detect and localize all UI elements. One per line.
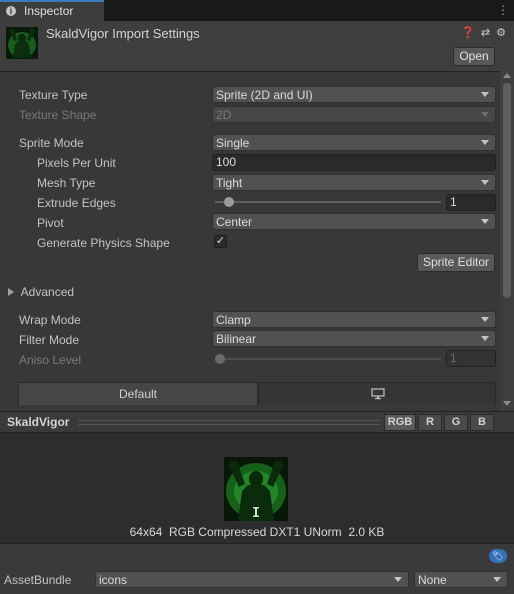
info-icon: i	[6, 6, 16, 16]
advanced-label: Advanced	[20, 285, 75, 299]
texture-shape-dropdown: 2D	[212, 106, 496, 123]
tab-default-platform[interactable]: Default	[18, 382, 258, 405]
pixels-per-unit-field[interactable]: 100	[212, 154, 496, 171]
open-button[interactable]: Open	[453, 47, 495, 66]
pivot-label: Pivot	[37, 216, 64, 230]
chevron-down-icon	[493, 577, 501, 582]
window-menu-icon[interactable]: ⋮	[497, 3, 509, 17]
scrollbar-thumb[interactable]	[503, 83, 511, 298]
texture-type-dropdown[interactable]: Sprite (2D and UI)	[212, 86, 496, 103]
chevron-down-icon	[394, 577, 402, 582]
generate-physics-checkbox[interactable]: ✓	[214, 235, 227, 248]
assetbundle-name-dropdown[interactable]: icons	[95, 571, 409, 588]
pixels-per-unit-label: Pixels Per Unit	[37, 156, 116, 170]
texture-type-value: Sprite (2D and UI)	[216, 88, 313, 102]
texture-shape-value: 2D	[216, 108, 232, 122]
tab-standalone-platform[interactable]	[258, 382, 496, 405]
tab-label: Inspector	[24, 4, 74, 18]
assetbundle-variant-value: None	[418, 573, 447, 587]
filter-mode-dropdown[interactable]: Bilinear	[212, 330, 496, 347]
assetbundle-name-value: icons	[99, 573, 128, 587]
preview-title: SkaldVigor	[7, 415, 70, 429]
extrude-edges-field[interactable]: 1	[446, 194, 496, 211]
chevron-down-icon	[481, 336, 489, 341]
sprite-mode-dropdown[interactable]: Single	[212, 134, 496, 151]
asset-thumbnail	[6, 27, 38, 59]
monitor-icon	[371, 388, 385, 400]
aniso-level-field: 1	[446, 350, 496, 367]
scroll-down-icon[interactable]	[503, 401, 511, 406]
mesh-type-value: Tight	[216, 176, 243, 190]
tab-bar: i Inspector ⋮	[0, 0, 514, 21]
chevron-down-icon	[481, 180, 489, 185]
help-icon[interactable]: ❓	[461, 27, 475, 39]
sprite-mode-label: Sprite Mode	[19, 136, 84, 150]
header-icons: ❓ ⇄ ⚙	[461, 26, 506, 39]
aniso-level-slider-track	[215, 358, 441, 360]
extrude-edges-slider-knob[interactable]	[223, 197, 234, 207]
chevron-down-icon	[481, 92, 489, 97]
channel-r-button[interactable]: R	[418, 414, 442, 431]
chevron-down-icon	[481, 317, 489, 322]
channel-rgb-button[interactable]: RGB	[384, 414, 416, 431]
filter-mode-label: Filter Mode	[19, 333, 80, 347]
assetbundle-bar: 🏷 AssetBundle icons None	[0, 543, 514, 594]
chevron-down-icon	[481, 112, 489, 117]
mesh-type-dropdown[interactable]: Tight	[212, 174, 496, 191]
tab-inspector[interactable]: i Inspector	[0, 0, 104, 21]
settings-icon[interactable]: ⚙	[496, 27, 506, 39]
preview-header[interactable]: SkaldVigor RGB R G B	[0, 411, 514, 433]
assetbundle-label: AssetBundle	[4, 573, 72, 587]
chevron-right-icon	[8, 288, 14, 296]
aniso-level-slider-knob	[215, 354, 225, 364]
wrap-mode-label: Wrap Mode	[19, 313, 81, 327]
mesh-type-label: Mesh Type	[37, 176, 96, 190]
assetbundle-variant-dropdown[interactable]: None	[414, 571, 508, 588]
aniso-level-label: Aniso Level	[19, 353, 82, 367]
preview-area: 64x64 RGB Compressed DXT1 UNorm 2.0 KB	[0, 433, 514, 543]
advanced-foldout[interactable]: Advanced	[8, 285, 74, 299]
channel-g-button[interactable]: G	[444, 414, 468, 431]
texture-info: 64x64 RGB Compressed DXT1 UNorm 2.0 KB	[129, 525, 385, 539]
sprite-editor-button[interactable]: Sprite Editor	[417, 253, 495, 272]
inspector-header: SkaldVigor Import Settings ❓ ⇄ ⚙ Open	[0, 21, 514, 72]
sprite-preview-image	[224, 457, 288, 521]
extrude-edges-label: Extrude Edges	[37, 196, 116, 210]
label-tag-icon[interactable]: 🏷	[489, 549, 507, 563]
wrap-mode-value: Clamp	[216, 313, 251, 327]
generate-physics-label: Generate Physics Shape	[37, 236, 170, 250]
sprite-mode-value: Single	[216, 136, 250, 150]
drag-handle[interactable]	[78, 420, 380, 425]
pivot-dropdown[interactable]: Center	[212, 213, 496, 230]
scroll-up-icon[interactable]	[503, 73, 511, 78]
extrude-edges-slider-track[interactable]	[215, 201, 441, 203]
filter-mode-value: Bilinear	[216, 332, 257, 346]
texture-shape-label: Texture Shape	[19, 108, 97, 122]
chevron-down-icon	[481, 140, 489, 145]
pivot-value: Center	[216, 215, 253, 229]
page-title: SkaldVigor Import Settings	[46, 26, 200, 41]
preset-icon[interactable]: ⇄	[481, 27, 490, 39]
wrap-mode-dropdown[interactable]: Clamp	[212, 311, 496, 328]
texture-type-label: Texture Type	[19, 88, 88, 102]
chevron-down-icon	[481, 219, 489, 224]
channel-b-button[interactable]: B	[470, 414, 494, 431]
